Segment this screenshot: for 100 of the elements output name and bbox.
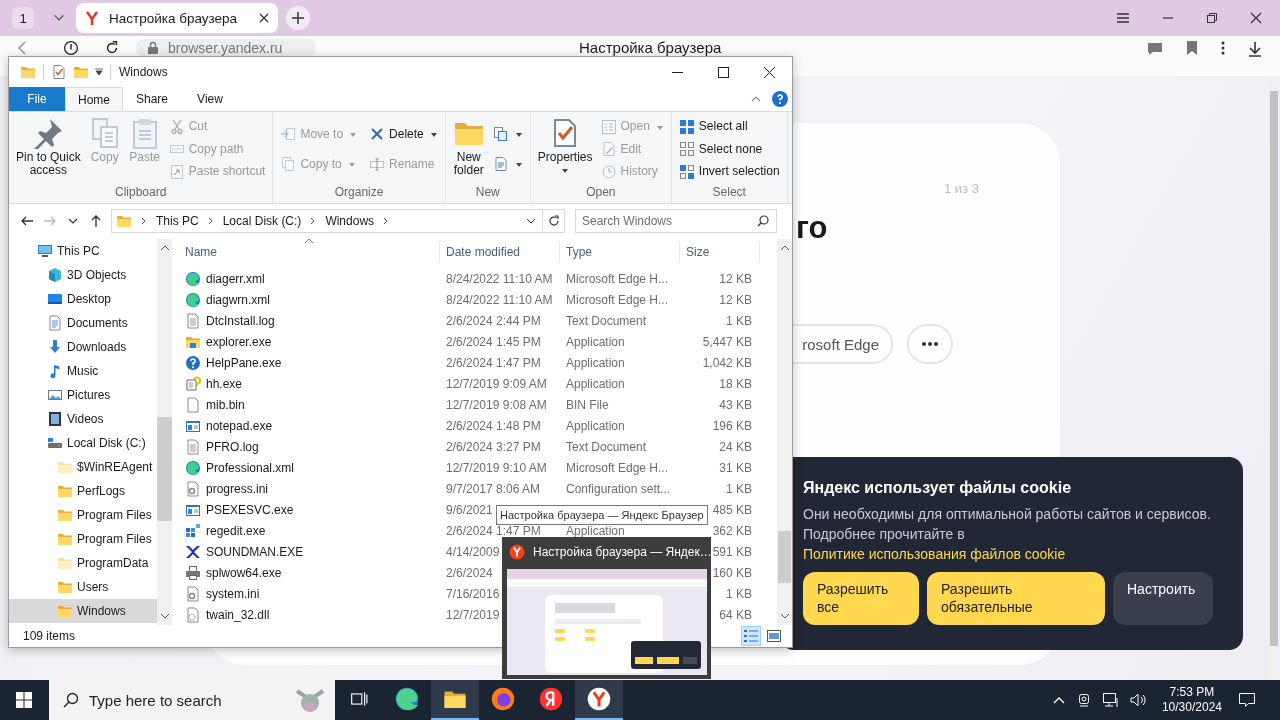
file-name[interactable]: twain_32.dll [206, 607, 270, 622]
window-preview[interactable]: Настройка браузера — Яндек… [502, 537, 711, 679]
breadcrumb[interactable]: This PC [156, 214, 199, 228]
ribbon-tab[interactable]: Home [65, 87, 123, 111]
search-bar[interactable]: Type here to search [49, 680, 335, 720]
nav-item[interactable]: Desktop [9, 287, 157, 311]
download-icon[interactable] [1246, 40, 1264, 58]
breadcrumb[interactable]: Windows [325, 214, 375, 228]
close-icon[interactable] [1250, 12, 1262, 24]
file-name[interactable]: SOUNDMAN.EXE [206, 544, 304, 559]
taskbar-button[interactable] [431, 680, 479, 720]
scroll-thumb[interactable] [1270, 91, 1278, 646]
volume-icon[interactable] [1129, 692, 1148, 708]
nav-item[interactable]: $WinREAgent [9, 455, 157, 479]
file-name[interactable]: PSEXESVC.exe [206, 502, 294, 517]
close-icon[interactable] [258, 12, 270, 24]
ribbon-button[interactable]: Select none [675, 138, 783, 160]
tab[interactable]: Настройка браузера [76, 3, 278, 33]
nav-item[interactable]: Music [9, 359, 157, 383]
nav-item[interactable]: Videos [9, 407, 157, 431]
more-icon[interactable] [1220, 40, 1226, 56]
tab-counter[interactable]: 1 [12, 7, 34, 29]
clock-time[interactable]: 7:53 PM [1169, 685, 1215, 700]
cookie-button[interactable]: Разрешить все [803, 572, 919, 625]
file-size: 1,042 KB [702, 355, 752, 370]
nav-item[interactable]: Users [9, 575, 157, 599]
nav-item[interactable]: Documents [9, 311, 157, 335]
nav-item[interactable]: Windows [9, 599, 157, 623]
new-tab-button[interactable] [286, 6, 310, 30]
ribbon-button[interactable]: Select all [675, 115, 783, 138]
nav-item[interactable]: Pictures [9, 383, 157, 407]
nav-item[interactable]: 3D Objects [9, 263, 157, 287]
scrollbar[interactable] [777, 239, 792, 625]
shield-icon[interactable] [63, 40, 79, 56]
breadcrumb[interactable]: Local Disk (C:) [222, 214, 302, 228]
scroll-thumb[interactable] [157, 417, 172, 521]
ribbon-button[interactable]: Pin to Quick access [13, 115, 84, 179]
help-icon[interactable] [772, 91, 788, 107]
scrollbar[interactable] [157, 239, 172, 625]
file-name[interactable]: Professional.xml [206, 460, 295, 475]
search-icon[interactable] [63, 692, 79, 708]
ribbon-button[interactable]: Properties [534, 115, 596, 176]
file-name[interactable]: PFRO.log [206, 439, 259, 454]
caret-icon[interactable] [95, 68, 103, 76]
search-field[interactable]: Type here to search [89, 688, 285, 712]
chat-icon[interactable] [1146, 40, 1164, 58]
ribbon-tab[interactable]: Share [123, 87, 181, 111]
file-name[interactable]: diagerr.xml [206, 271, 265, 286]
ribbon-tab[interactable]: File [9, 87, 65, 111]
scrollbar[interactable] [1268, 76, 1280, 680]
cookie-button[interactable]: Настроить [1113, 572, 1213, 625]
ribbon-button[interactable]: Delete [366, 123, 441, 145]
file-name[interactable]: mib.bin [206, 397, 245, 412]
nav-item[interactable]: Program Files [9, 503, 157, 527]
column-header[interactable]: Size [680, 241, 760, 263]
file-name[interactable]: notepad.exe [206, 418, 273, 433]
column-header[interactable]: Date modified [440, 241, 560, 263]
nav-item[interactable]: PerfLogs [9, 479, 157, 503]
menu-icon[interactable] [1116, 11, 1130, 25]
file-size: 1 KB [726, 586, 752, 601]
clock-date[interactable]: 10/30/2024 [1161, 700, 1222, 715]
reload-icon[interactable] [104, 40, 120, 56]
search-icon[interactable] [757, 215, 769, 227]
scroll-thumb[interactable] [778, 531, 791, 583]
column-header[interactable]: Name [175, 241, 440, 263]
nav-item[interactable]: This PC [9, 239, 157, 263]
refresh-button[interactable] [543, 209, 565, 233]
file-name[interactable]: DtcInstall.log [206, 313, 275, 328]
bookmark-icon[interactable] [1184, 40, 1200, 56]
view-button[interactable] [741, 626, 761, 646]
ribbon-tab[interactable]: View [181, 87, 239, 111]
file-name[interactable]: diagwrn.xml [206, 292, 271, 307]
nav-item[interactable]: Local Disk (C:) [9, 431, 157, 455]
nav-item[interactable]: Downloads [9, 335, 157, 359]
file-type: Text Document [566, 439, 647, 454]
nav-item[interactable]: ProgramData [9, 551, 157, 575]
file-name[interactable]: splwow64.exe [206, 565, 282, 580]
search-field[interactable]: Search Windows [575, 209, 777, 233]
policy-link[interactable]: Политике использования файлов cookie [803, 546, 1066, 562]
file-name[interactable]: progress.ini [206, 481, 269, 496]
scroll-down-icon [160, 613, 169, 619]
restore-icon[interactable] [1206, 12, 1218, 24]
column-header[interactable]: Type [560, 241, 680, 263]
ribbon-button[interactable]: Invert selection [675, 160, 783, 183]
file-name[interactable]: system.ini [206, 586, 260, 601]
file-name[interactable]: explorer.exe [206, 334, 272, 349]
network-icon[interactable] [1101, 692, 1120, 708]
address-bar[interactable]: browser.yandex.ru [136, 39, 316, 57]
taskbar-button[interactable] [575, 680, 623, 720]
nav-item[interactable]: Program Files [9, 527, 157, 551]
date-modified: 4/14/2009 [446, 544, 500, 559]
notification-icon[interactable] [1238, 691, 1256, 709]
ribbon-button[interactable]: New folder [449, 115, 488, 179]
properties-icon[interactable] [51, 64, 67, 80]
file-size: 1 KB [726, 481, 752, 496]
file-name[interactable]: HelpPane.exe [206, 355, 282, 370]
file-name[interactable]: hh.exe [206, 376, 243, 391]
address-field[interactable]: This PC Local Disk (C:) Windows [111, 209, 543, 233]
file-name[interactable]: regedit.exe [206, 523, 266, 538]
cookie-button[interactable]: Разрешить обязательные [927, 572, 1105, 625]
